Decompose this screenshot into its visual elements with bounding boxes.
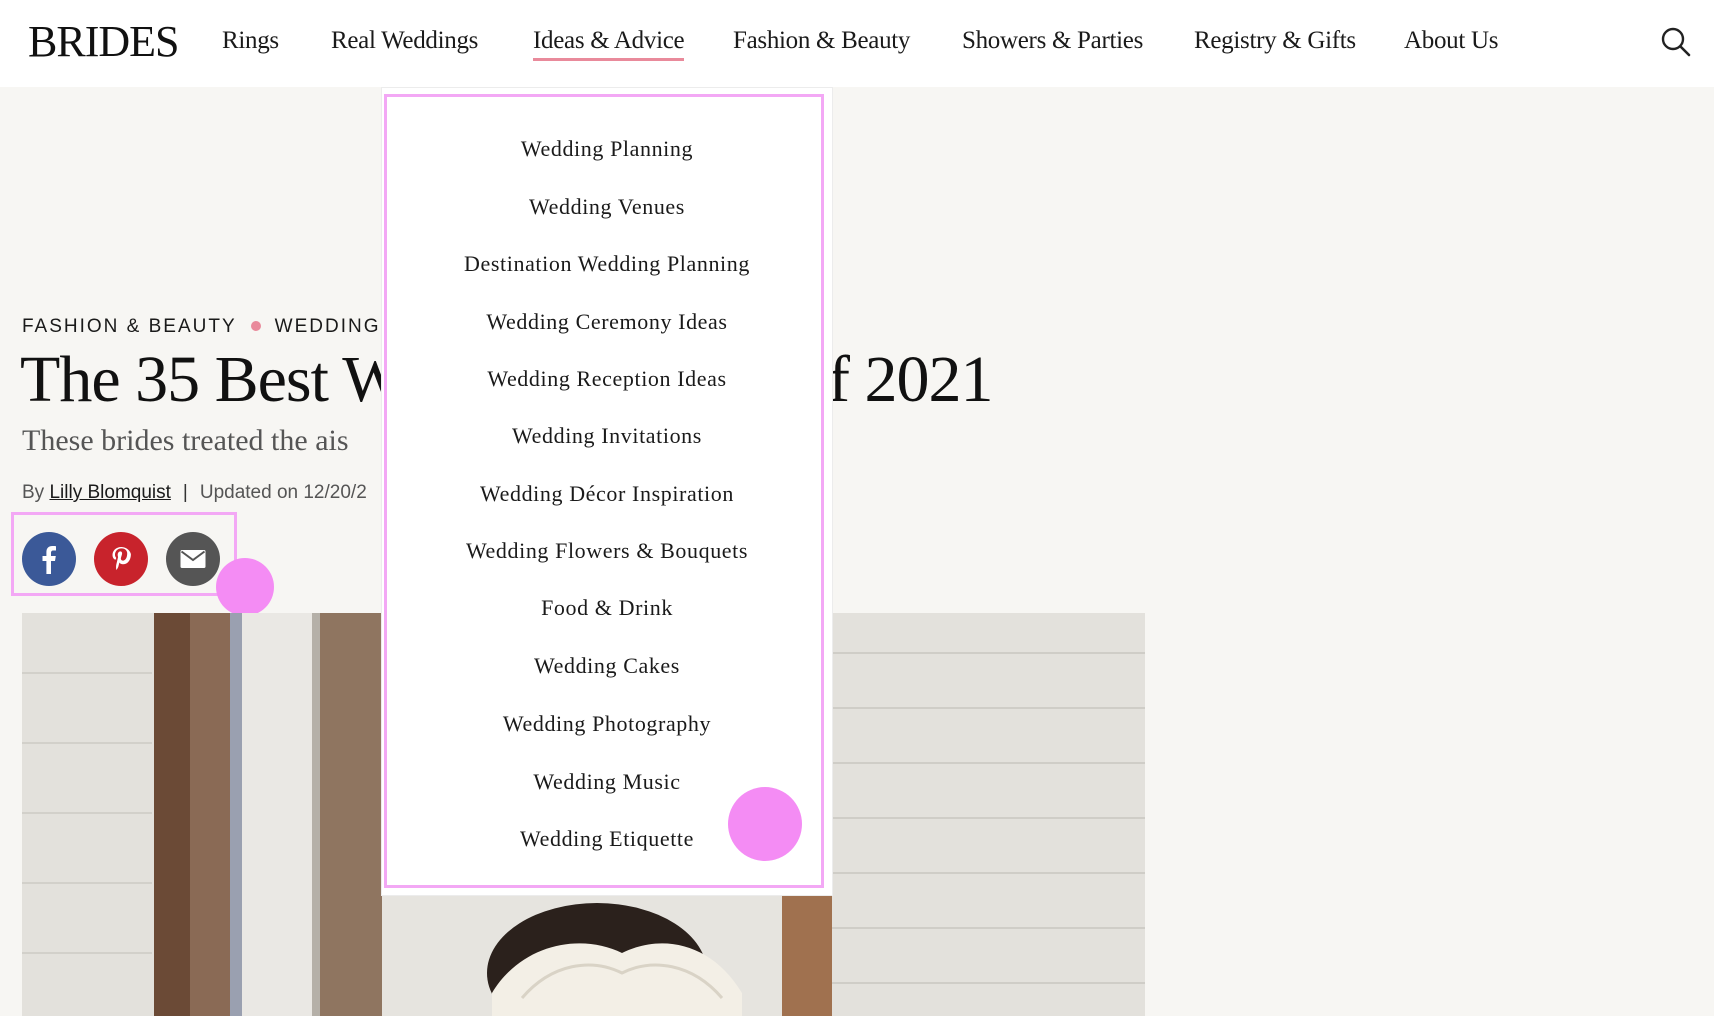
click-indicator (216, 558, 274, 616)
pinterest-icon (112, 547, 131, 570)
dropdown-item-wedding-cakes[interactable]: Wedding Cakes (381, 651, 833, 681)
dropdown-item-wedding-invitations[interactable]: Wedding Invitations (381, 421, 833, 451)
site-header: BRIDES Rings Real Weddings Ideas & Advic… (0, 0, 1714, 87)
click-indicator-dropdown (728, 787, 802, 861)
dropdown-item-wedding-venues[interactable]: Wedding Venues (381, 192, 833, 222)
nav-item-ideas-advice[interactable]: Ideas & Advice (533, 24, 685, 61)
facebook-share-button[interactable] (22, 532, 76, 586)
nav-item-showers-parties[interactable]: Showers & Parties (962, 24, 1143, 58)
breadcrumb-dot (250, 320, 261, 331)
author-link[interactable]: Lilly Blomquist (49, 482, 170, 503)
article-subtitle: These brides treated the ais (22, 424, 349, 457)
social-share-bar (11, 512, 237, 596)
byline-prefix: By (22, 482, 45, 503)
email-icon (180, 550, 206, 568)
dropdown-item-wedding-photography[interactable]: Wedding Photography (381, 709, 833, 739)
dropdown-item-wedding-reception-ideas[interactable]: Wedding Reception Ideas (381, 364, 833, 394)
nav-item-fashion-beauty[interactable]: Fashion & Beauty (733, 24, 910, 58)
breadcrumb-fashion-beauty[interactable]: FASHION & BEAUTY (22, 316, 237, 337)
article-title-right: f 2021 (828, 338, 993, 422)
dropdown-item-wedding-decor-inspiration[interactable]: Wedding Décor Inspiration (381, 479, 833, 509)
article-breadcrumb: FASHION & BEAUTY WEDDING (22, 316, 380, 338)
dropdown-item-wedding-ceremony-ideas[interactable]: Wedding Ceremony Ideas (381, 307, 833, 337)
dropdown-item-wedding-planning[interactable]: Wedding Planning (381, 134, 833, 164)
article-title: The 35 Best W (20, 338, 405, 422)
nav-item-rings[interactable]: Rings (222, 24, 279, 58)
nav-item-real-weddings[interactable]: Real Weddings (331, 24, 478, 58)
article-title-visible-left: The 35 Best W (20, 343, 405, 416)
breadcrumb-wedding[interactable]: WEDDING (275, 316, 381, 337)
dropdown-item-destination-wedding-planning[interactable]: Destination Wedding Planning (381, 249, 833, 279)
nav-item-registry-gifts[interactable]: Registry & Gifts (1194, 24, 1356, 58)
facebook-icon (42, 546, 56, 574)
search-icon[interactable] (1660, 26, 1692, 58)
email-share-button[interactable] (166, 532, 220, 586)
nav-item-about-us[interactable]: About Us (1404, 24, 1498, 58)
updated-date: Updated on 12/20/2 (199, 482, 367, 503)
article-byline: By Lilly Blomquist | Updated on 12/20/2 (22, 482, 367, 504)
main-nav: Rings Real Weddings Ideas & Advice Fashi… (0, 0, 1714, 87)
article-title-visible-right: f 2021 (828, 343, 993, 416)
byline-separator: | (182, 482, 188, 503)
pinterest-share-button[interactable] (94, 532, 148, 586)
dropdown-item-food-drink[interactable]: Food & Drink (381, 593, 833, 623)
dropdown-item-wedding-flowers-bouquets[interactable]: Wedding Flowers & Bouquets (381, 536, 833, 566)
